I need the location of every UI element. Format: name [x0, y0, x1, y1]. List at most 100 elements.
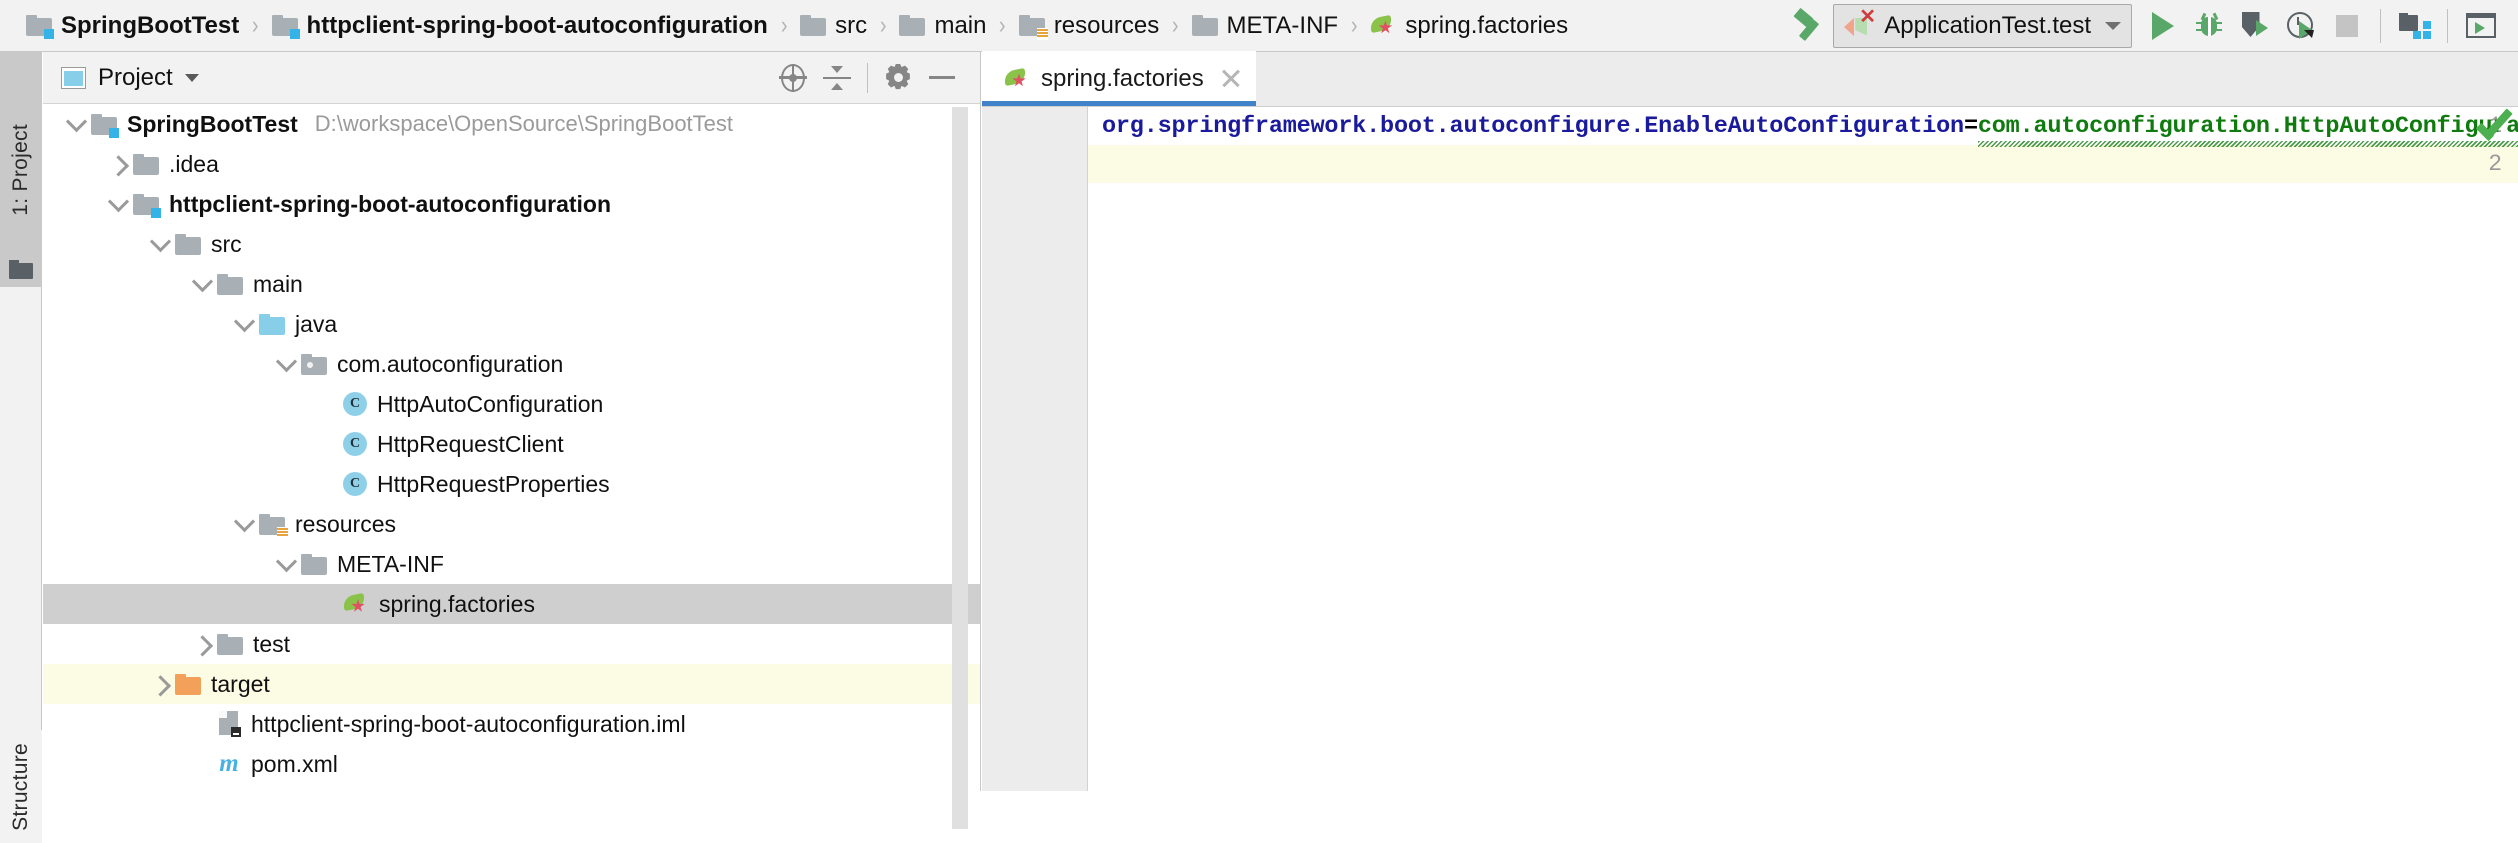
module-folder-icon	[271, 15, 300, 39]
project-panel-title[interactable]: Project	[61, 64, 199, 92]
tree-expand-arrow[interactable]	[103, 144, 133, 184]
close-icon[interactable]	[1220, 68, 1242, 90]
breadcrumb-item-springboottest[interactable]: SpringBootTest	[26, 0, 239, 51]
run-icon	[2152, 11, 2174, 40]
property-equals: =	[1963, 113, 1978, 140]
breadcrumb-label: resources	[1053, 11, 1160, 39]
project-tool-window: Project SpringBootTest D:\workspace\Open…	[43, 52, 981, 841]
tree-expand-arrow[interactable]	[229, 504, 259, 544]
tree-item[interactable]: httpclient-spring-boot-autoconfiguration…	[43, 704, 980, 744]
breadcrumb-label: src	[835, 11, 868, 39]
tree-item[interactable]: C HttpAutoConfiguration	[43, 384, 980, 424]
java-class-icon: C	[343, 392, 367, 416]
tree-arrow-spacer	[313, 384, 343, 424]
tree-item-label: httpclient-spring-boot-autoconfiguration…	[251, 710, 686, 737]
tree-item[interactable]: C HttpRequestClient	[43, 424, 980, 464]
toolbar-divider	[2380, 8, 2381, 43]
code-editor[interactable]: 1 2 org.springframework.boot.autoconfigu…	[982, 107, 2518, 791]
tree-item[interactable]: httpclient-spring-boot-autoconfiguration	[43, 184, 980, 224]
folder-icon	[217, 633, 243, 655]
tree-item-label: target	[211, 670, 270, 697]
chevron-down-icon[interactable]	[2105, 21, 2121, 30]
tree-expand-arrow[interactable]	[271, 544, 301, 584]
breadcrumb-item-spring-factories[interactable]: spring.factories	[1369, 0, 1568, 51]
tree-item[interactable]: m pom.xml	[43, 744, 980, 784]
tree-item[interactable]: SpringBootTest D:\workspace\OpenSource\Sp…	[43, 104, 980, 144]
project-structure-button[interactable]	[2391, 3, 2437, 49]
tree-item[interactable]: resources	[43, 504, 980, 544]
project-tree-scrollbar[interactable]	[952, 105, 968, 841]
hide-button[interactable]	[920, 56, 964, 100]
maven-icon: m	[219, 750, 239, 777]
tree-item-label: test	[253, 630, 291, 657]
tree-item[interactable]: spring.factories	[43, 584, 980, 624]
show-panel-button[interactable]	[2458, 3, 2504, 49]
tree-item[interactable]: main	[43, 264, 980, 304]
tree-item[interactable]: test	[43, 624, 980, 664]
tree-item[interactable]: java	[43, 304, 980, 344]
tree-item[interactable]: .idea	[43, 144, 980, 184]
build-project-button[interactable]	[1787, 3, 1833, 49]
line-number: 2	[2488, 151, 2502, 177]
tree-item-label: main	[253, 270, 303, 297]
tree-item[interactable]: com.autoconfiguration	[43, 344, 980, 384]
hammer-icon	[1793, 7, 1827, 42]
tree-expand-arrow[interactable]	[145, 664, 175, 704]
tree-item-label: META-INF	[337, 550, 444, 577]
resources-folder-icon	[259, 513, 288, 539]
sidebar-tab-label: Structure	[9, 742, 32, 831]
package-icon	[301, 353, 327, 375]
tree-expand-arrow[interactable]	[103, 184, 133, 224]
sidebar-tab-project[interactable]: 1: Project	[0, 52, 42, 287]
settings-button[interactable]	[876, 56, 920, 100]
iml-file-icon	[217, 711, 241, 737]
sidebar-tab-label: 1: Project	[9, 123, 32, 216]
tree-item[interactable]: C HttpRequestProperties	[43, 464, 980, 504]
tree-item-label: HttpAutoConfiguration	[377, 390, 604, 417]
tree-arrow-spacer	[313, 464, 343, 504]
stop-button[interactable]	[2324, 3, 2370, 49]
line-number-gutter	[982, 107, 1088, 791]
locate-button[interactable]	[771, 56, 815, 100]
tree-item[interactable]: META-INF	[43, 544, 980, 584]
editor-tab-spring-factories[interactable]: spring.factories	[982, 51, 1256, 106]
project-tree[interactable]: SpringBootTest D:\workspace\OpenSource\Sp…	[43, 104, 980, 790]
crosshair-icon	[779, 63, 807, 92]
tree-expand-arrow[interactable]	[271, 344, 301, 384]
code-line-1: org.springframework.boot.autoconfigure.E…	[1102, 113, 2518, 140]
tree-expand-arrow[interactable]	[187, 624, 217, 664]
java-class-icon: C	[343, 432, 367, 456]
run-configuration-selector[interactable]: ✕ ApplicationTest.test	[1833, 3, 2132, 48]
run-with-coverage-button[interactable]	[2232, 3, 2278, 49]
debug-button[interactable]	[2186, 3, 2232, 49]
breadcrumb-item-meta-inf[interactable]: META-INF	[1191, 0, 1338, 51]
tree-item[interactable]: target	[43, 664, 980, 704]
tree-expand-arrow[interactable]	[187, 264, 217, 304]
project-panel-header: Project	[43, 52, 980, 104]
scrollbar-thumb[interactable]	[952, 107, 968, 829]
tree-expand-arrow[interactable]	[61, 104, 91, 144]
tree-item-label: pom.xml	[251, 750, 338, 777]
tree-expand-arrow[interactable]	[145, 224, 175, 264]
tree-item-label: resources	[295, 510, 396, 537]
breadcrumb-item-resources[interactable]: resources	[1018, 0, 1160, 51]
run-button[interactable]	[2140, 3, 2186, 49]
breadcrumb-label: httpclient-spring-boot-autoconfiguration	[306, 11, 768, 39]
spring-leaf-icon	[1002, 67, 1030, 90]
tree-expand-arrow[interactable]	[229, 304, 259, 344]
project-window-icon	[61, 66, 86, 89]
chevron-down-icon[interactable]	[184, 73, 199, 82]
sidebar-tab-structure[interactable]: Structure	[0, 730, 42, 843]
tree-item-label: java	[295, 310, 338, 337]
breadcrumb-item-httpclient-module[interactable]: httpclient-spring-boot-autoconfiguration	[271, 0, 768, 51]
tree-item[interactable]: src	[43, 224, 980, 264]
folder-icon	[175, 233, 201, 255]
tree-item-label: HttpRequestClient	[377, 430, 564, 457]
active-tab-underline	[982, 101, 1256, 106]
module-folder-icon	[26, 15, 54, 39]
breadcrumb-item-src[interactable]: src	[800, 0, 867, 51]
folder-icon	[899, 15, 926, 36]
collapse-all-button[interactable]	[815, 56, 859, 100]
profile-button[interactable]	[2278, 3, 2324, 49]
breadcrumb-item-main[interactable]: main	[899, 0, 986, 51]
